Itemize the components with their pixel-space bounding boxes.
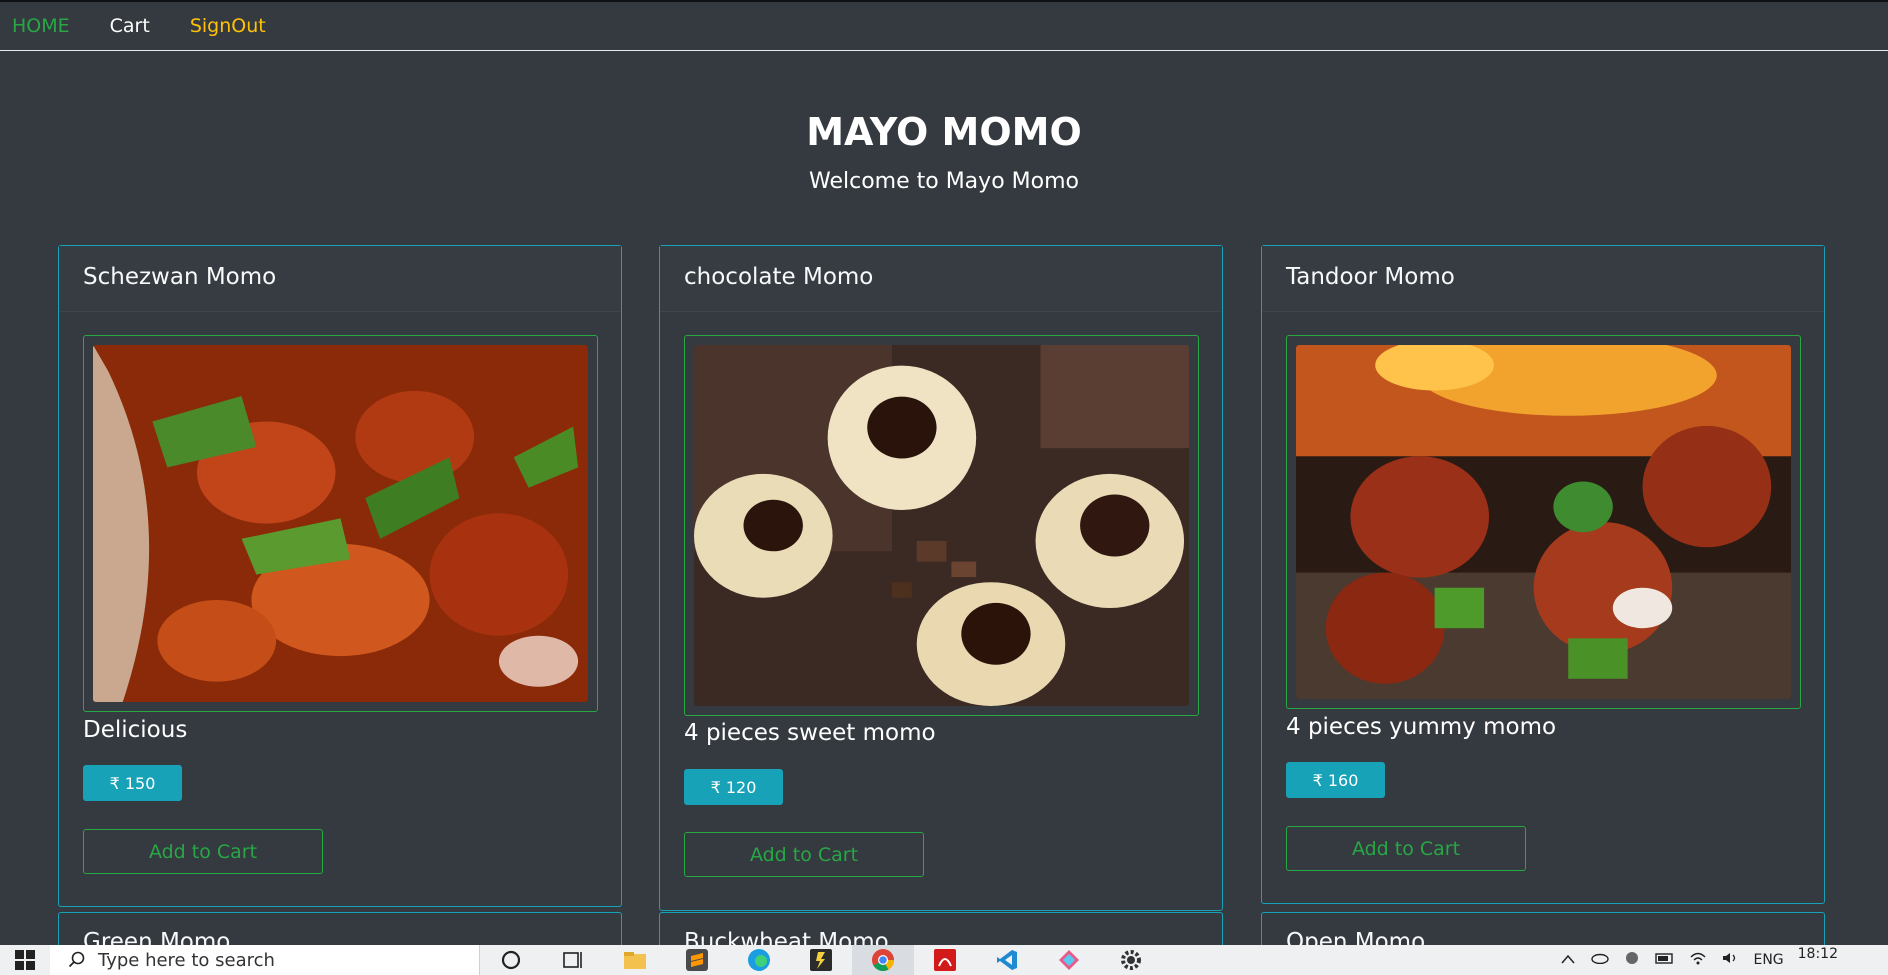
acrobat-icon[interactable]	[914, 945, 976, 975]
product-name: chocolate Momo	[660, 246, 1222, 312]
product-description: 4 pieces yummy momo	[1286, 714, 1557, 740]
chrome-icon[interactable]	[852, 945, 914, 975]
product-description: 4 pieces sweet momo	[684, 720, 936, 746]
product-name: Schezwan Momo	[59, 246, 621, 312]
product-card-chocolate: chocolate Momo 4 pieces sweet momo ₹ 120	[659, 245, 1223, 911]
add-to-cart-button[interactable]: Add to Cart	[83, 829, 323, 874]
file-explorer-icon[interactable]	[604, 945, 666, 975]
search-placeholder: Type here to search	[98, 949, 275, 971]
product-image-frame	[1286, 335, 1801, 709]
sticky-notes-icon[interactable]	[790, 945, 852, 975]
tandoor-momo-photo	[1296, 345, 1791, 699]
product-card-schezwan: Schezwan Momo Delicious ₹ 150 Add to Car…	[58, 245, 622, 907]
settings-icon[interactable]	[1100, 945, 1162, 975]
system-tray: ENG 18:12	[1561, 945, 1888, 975]
add-to-cart-button[interactable]: Add to Cart	[684, 832, 924, 877]
nav-cart-link[interactable]: Cart	[110, 15, 150, 37]
product-image-frame	[83, 335, 598, 712]
sublime-icon[interactable]	[666, 945, 728, 975]
start-button[interactable]	[0, 945, 50, 975]
product-name: Tandoor Momo	[1262, 246, 1824, 312]
search-icon	[68, 951, 85, 968]
edge-icon[interactable]	[728, 945, 790, 975]
chevron-up-icon[interactable]	[1561, 952, 1576, 968]
onedrive-icon[interactable]	[1589, 952, 1610, 968]
price-badge: ₹ 160	[1286, 762, 1385, 798]
cloud-icon[interactable]	[1623, 951, 1641, 969]
add-to-cart-button[interactable]: Add to Cart	[1286, 826, 1526, 871]
product-card-tandoor: Tandoor Momo 4 pieces yummy momo ₹ 160 A…	[1261, 245, 1825, 904]
volume-icon[interactable]	[1721, 951, 1739, 969]
vscode-icon[interactable]	[976, 945, 1038, 975]
product-image-frame	[684, 335, 1199, 716]
cortana-icon[interactable]	[480, 945, 542, 975]
price-badge: ₹ 120	[684, 769, 783, 805]
schezwan-momo-photo	[93, 345, 588, 702]
page-subtitle: Welcome to Mayo Momo	[809, 169, 1079, 194]
app-icon[interactable]	[1038, 945, 1100, 975]
price-badge: ₹ 150	[83, 765, 182, 801]
taskbar-search-input[interactable]: Type here to search	[50, 945, 480, 975]
wifi-icon[interactable]	[1689, 951, 1707, 969]
taskbar-clock[interactable]: 18:12	[1798, 946, 1838, 962]
language-indicator[interactable]: ENG	[1753, 952, 1783, 968]
windows-taskbar: Type here to search ENG 18:12	[0, 945, 1888, 975]
product-description: Delicious	[83, 717, 188, 743]
nav-signout-link[interactable]: SignOut	[190, 15, 266, 37]
task-view-icon[interactable]	[542, 945, 604, 975]
battery-icon[interactable]	[1655, 952, 1675, 968]
windows-logo-icon	[15, 950, 35, 970]
chocolate-momo-photo	[694, 345, 1189, 706]
page-title: MAYO MOMO	[806, 110, 1082, 154]
nav-home-link[interactable]: HOME	[12, 15, 70, 37]
navbar: HOME Cart SignOut	[0, 2, 1888, 51]
